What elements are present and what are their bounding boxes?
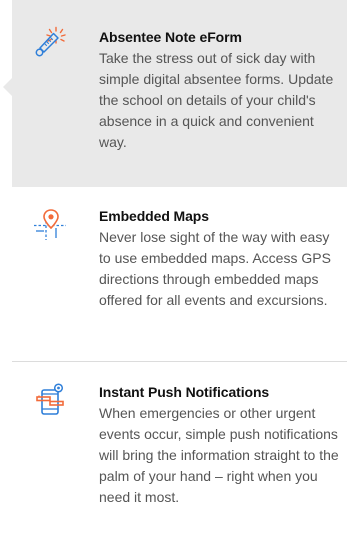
active-indicator-arrow (3, 78, 12, 96)
feature-text: Absentee Note eForm Take the stress out … (99, 28, 339, 153)
feature-description: When emergencies or other urgent events … (99, 405, 339, 505)
feature-description: Take the stress out of sick day with sim… (99, 50, 334, 150)
feature-title: Embedded Maps (99, 208, 209, 224)
feature-list: Absentee Note eForm Take the stress out … (0, 0, 347, 559)
feature-item-push-notifications[interactable]: Instant Push Notifications When emergenc… (12, 362, 347, 559)
feature-item-absentee-note[interactable]: Absentee Note eForm Take the stress out … (3, 0, 347, 187)
phone-notification-icon (34, 383, 66, 415)
feature-text: Embedded Maps Never lose sight of the wa… (99, 207, 339, 311)
thermometer-icon (34, 26, 66, 58)
feature-text: Instant Push Notifications When emergenc… (99, 383, 339, 508)
feature-description: Never lose sight of the way with easy to… (99, 229, 331, 308)
feature-title: Instant Push Notifications (99, 384, 270, 400)
feature-item-embedded-maps[interactable]: Embedded Maps Never lose sight of the wa… (12, 187, 347, 361)
map-pin-icon (34, 208, 66, 240)
feature-title: Absentee Note eForm (99, 29, 242, 45)
